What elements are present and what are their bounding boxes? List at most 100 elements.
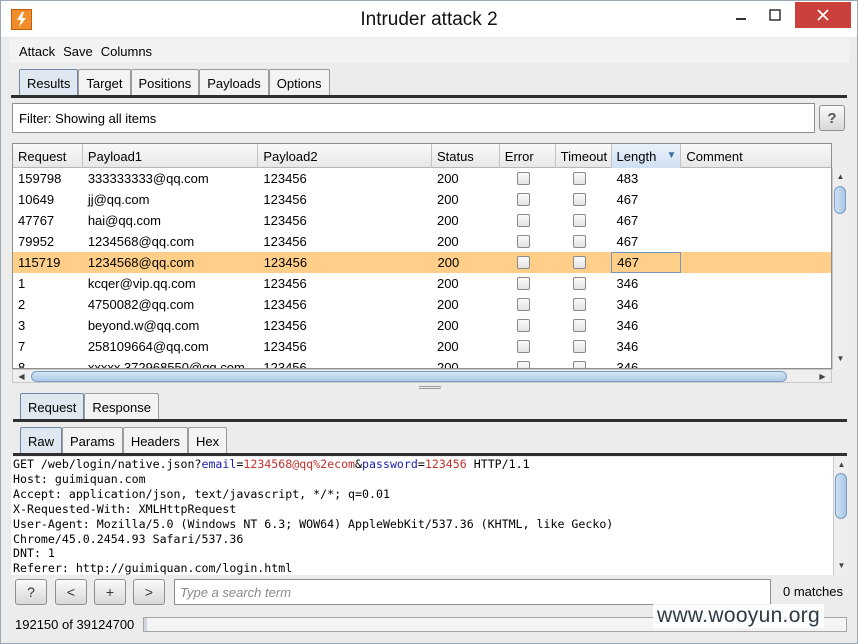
timeout-checkbox — [572, 298, 586, 311]
cell-error — [500, 336, 556, 357]
tab-params[interactable]: Params — [62, 427, 123, 454]
cell-payload2: 123456 — [263, 360, 307, 369]
menu-columns[interactable]: Columns — [101, 44, 152, 59]
col-timeout[interactable]: Timeout — [556, 144, 612, 168]
filter-help-button[interactable]: ? — [819, 105, 845, 131]
menu-save[interactable]: Save — [63, 44, 93, 59]
scroll-thumb[interactable] — [834, 186, 846, 214]
tab-response[interactable]: Response — [84, 393, 159, 420]
cell-payload2: 123456 — [263, 255, 308, 270]
cell-payload2: 123456 — [263, 318, 307, 333]
col-length[interactable]: Length ▼ — [611, 144, 682, 168]
cell-payload1: 258109664@qq.com — [87, 339, 209, 354]
pane-splitter-handle[interactable] — [419, 386, 441, 389]
scroll-down-icon[interactable]: ▼ — [834, 352, 847, 365]
search-input[interactable] — [174, 579, 771, 605]
error-checkbox — [516, 340, 530, 353]
error-checkbox — [516, 235, 530, 248]
previous-match-button[interactable]: < — [55, 579, 87, 605]
cell-payload1: beyond.w@qq.com — [87, 318, 200, 333]
cell-payload2: 123456 — [263, 339, 307, 354]
header-line: Referer: http://guimiquan.com/login.html — [13, 561, 293, 575]
intruder-window: Intruder attack 2 Attack Save Columns Re… — [0, 0, 858, 644]
request-path: GET /web/login/native.json? — [13, 457, 202, 471]
maximize-icon[interactable] — [761, 2, 789, 28]
cell-error — [500, 294, 556, 315]
col-payload2[interactable]: Payload2 — [258, 144, 432, 168]
header-line: Accept: application/json, text/javascrip… — [13, 486, 390, 501]
cell-timeout — [556, 189, 612, 210]
timeout-checkbox — [572, 361, 586, 368]
cell-comment — [681, 210, 831, 231]
scroll-down-icon[interactable]: ▼ — [835, 559, 848, 572]
tab-results[interactable]: Results — [19, 69, 79, 96]
cell-status: 200 — [437, 255, 460, 270]
filter-bar[interactable]: Filter: Showing all items — [12, 103, 815, 133]
cell-comment — [681, 231, 831, 252]
table-row[interactable]: 159798 333333333@qq.com 123456 200 483 — [13, 168, 831, 189]
results-table: Request Payload1 Payload2 Status Error T… — [12, 143, 832, 369]
cell-length: 483 — [616, 171, 639, 186]
cell-length: 467 — [616, 234, 639, 249]
scroll-up-icon[interactable]: ▲ — [834, 170, 847, 183]
menu-attack[interactable]: Attack — [19, 44, 55, 59]
header-line: DNT: 1 — [13, 546, 55, 561]
cell-payload1: xxxxx.372968550@qq.com — [87, 360, 245, 369]
tab-options[interactable]: Options — [268, 69, 330, 96]
cell-comment — [681, 315, 831, 336]
raw-vertical-scrollbar[interactable]: ▲ ▼ — [833, 457, 848, 575]
tab-headers[interactable]: Headers — [122, 427, 188, 454]
cell-error — [500, 357, 556, 368]
cell-request: 3 — [18, 318, 26, 333]
scroll-up-icon[interactable]: ▲ — [835, 458, 848, 471]
minimize-icon[interactable] — [727, 2, 755, 28]
http-version: HTTP/1.1 — [466, 457, 530, 471]
tab-target[interactable]: Target — [78, 69, 131, 96]
raw-request-editor[interactable]: GET /web/login/native.json?email = 1234568… — [11, 457, 833, 575]
param-value-email: 1234568@qq%2ecom — [243, 457, 356, 471]
col-status[interactable]: Status — [432, 144, 500, 168]
cell-status: 200 — [436, 318, 459, 333]
scroll-left-icon[interactable]: ◀ — [15, 370, 28, 382]
cell-status: 200 — [436, 192, 459, 207]
error-checkbox — [516, 193, 530, 206]
col-payload1[interactable]: Payload1 — [83, 144, 259, 168]
table-horizontal-scrollbar[interactable]: ◀ ▶ — [12, 369, 832, 383]
cell-length: 467 — [616, 192, 639, 207]
table-row[interactable]: 3 beyond.w@qq.com 123456 200 346 — [13, 315, 831, 336]
hscroll-thumb[interactable] — [31, 371, 787, 382]
raw-scroll-thumb[interactable] — [835, 473, 847, 519]
table-row[interactable]: 7 258109664@qq.com 123456 200 346 — [13, 336, 831, 357]
table-vertical-scrollbar[interactable]: ▲ ▼ — [832, 168, 847, 369]
table-row[interactable]: 10649 jj@qq.com 123456 200 467 — [13, 189, 831, 210]
close-icon[interactable] — [795, 2, 851, 28]
search-help-button[interactable]: ? — [15, 579, 47, 605]
next-match-button[interactable]: > — [133, 579, 165, 605]
progress-count: 192150 of 39124700 — [15, 617, 135, 632]
table-row[interactable]: 47767 hai@qq.com 123456 200 467 — [13, 210, 831, 231]
tab-request[interactable]: Request — [20, 393, 85, 420]
col-request[interactable]: Request — [13, 144, 83, 168]
table-row[interactable]: 79952 1234568@qq.com 123456 200 467 — [13, 231, 831, 252]
table-row[interactable]: 2 4750082@qq.com 123456 200 346 — [13, 294, 831, 315]
tab-raw[interactable]: Raw — [20, 427, 63, 454]
cell-error — [500, 273, 556, 294]
header-line: User-Agent: Mozilla/5.0 (Windows NT 6.3;… — [13, 516, 614, 531]
cell-status: 200 — [436, 276, 459, 291]
scroll-right-icon[interactable]: ▶ — [816, 370, 829, 382]
tab-hex[interactable]: Hex — [187, 427, 228, 454]
tab-payloads[interactable]: Payloads — [199, 69, 269, 96]
param-value-password: 123456 — [424, 457, 467, 471]
table-row[interactable]: 8 xxxxx.372968550@qq.com 123456 200 346 — [13, 357, 831, 369]
tab-positions[interactable]: Positions — [130, 69, 200, 96]
cell-payload1: 333333333@qq.com — [87, 171, 209, 186]
param-name-email: email — [201, 457, 237, 471]
param-name-password: password — [362, 457, 418, 471]
table-row[interactable]: 1 kcqer@vip.qq.com 123456 200 346 — [13, 273, 831, 294]
add-button[interactable]: + — [94, 579, 126, 605]
col-comment[interactable]: Comment — [681, 144, 831, 168]
table-row[interactable]: 115719 1234568@qq.com 123456 200 467 — [13, 252, 831, 273]
timeout-checkbox — [572, 340, 586, 353]
cell-status: 200 — [436, 234, 459, 249]
col-error[interactable]: Error — [500, 144, 556, 168]
